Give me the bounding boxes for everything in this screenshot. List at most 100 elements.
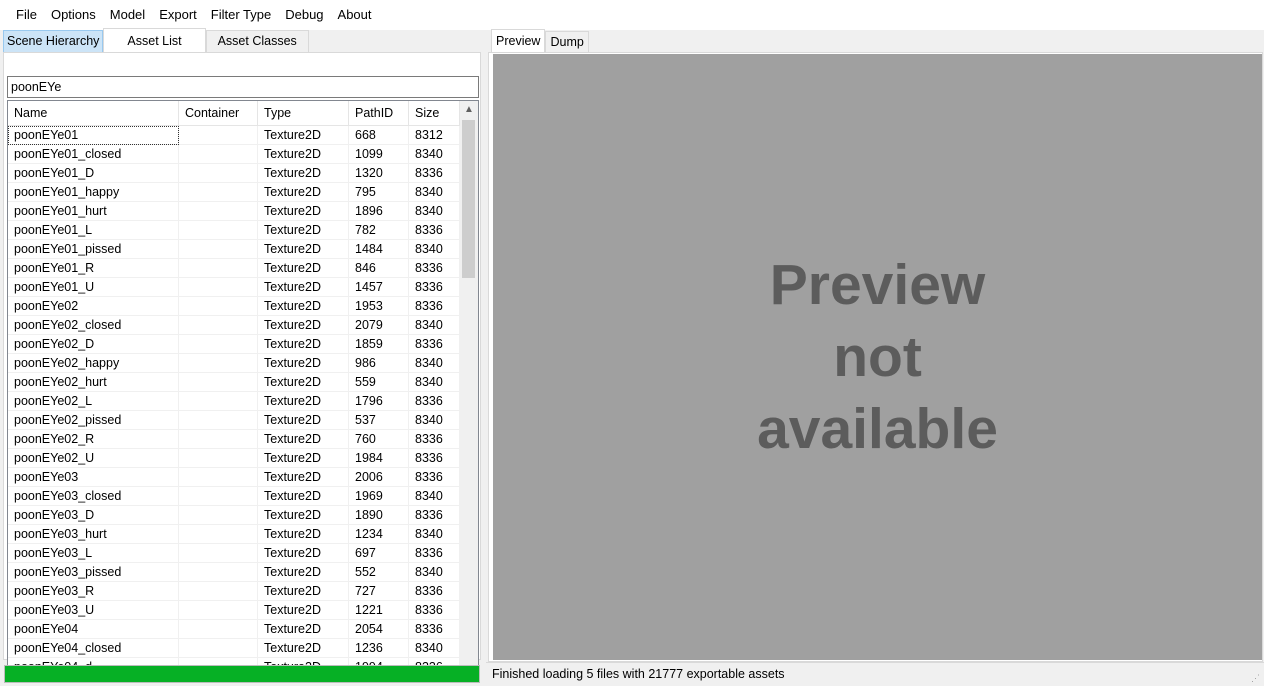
cell-container	[179, 164, 258, 183]
table-row[interactable]: poonEYe02_happy Texture2D 986 8340	[8, 354, 460, 373]
column-header-type[interactable]: Type	[258, 101, 349, 125]
cell-size: 8336	[409, 620, 460, 639]
cell-type: Texture2D	[258, 525, 349, 544]
vertical-scrollbar[interactable]: ▲ ▼	[460, 101, 478, 681]
cell-size: 8336	[409, 392, 460, 411]
menu-debug[interactable]: Debug	[278, 0, 330, 30]
search-input[interactable]: poonEYe	[7, 76, 479, 98]
cell-pathid: 2054	[349, 620, 409, 639]
table-row[interactable]: poonEYe01_L Texture2D 782 8336	[8, 221, 460, 240]
cell-pathid: 795	[349, 183, 409, 202]
cell-container	[179, 525, 258, 544]
chevron-up-icon[interactable]: ▲	[460, 101, 478, 118]
table-row[interactable]: poonEYe02_R Texture2D 760 8336	[8, 430, 460, 449]
cell-name: poonEYe02_D	[8, 335, 179, 354]
menu-options[interactable]: Options	[44, 0, 103, 30]
progress-bar	[4, 665, 480, 683]
cell-name: poonEYe01_R	[8, 259, 179, 278]
cell-name: poonEYe01_happy	[8, 183, 179, 202]
cell-container	[179, 620, 258, 639]
cell-type: Texture2D	[258, 468, 349, 487]
cell-container	[179, 354, 258, 373]
tab-asset-classes[interactable]: Asset Classes	[205, 30, 309, 52]
table-row[interactable]: poonEYe03_hurt Texture2D 1234 8340	[8, 525, 460, 544]
cell-container	[179, 373, 258, 392]
cell-type: Texture2D	[258, 544, 349, 563]
cell-size: 8336	[409, 601, 460, 620]
menu-filter-type[interactable]: Filter Type	[204, 0, 278, 30]
cell-container	[179, 449, 258, 468]
cell-type: Texture2D	[258, 601, 349, 620]
preview-message: Preview not available	[757, 253, 998, 461]
cell-name: poonEYe02_closed	[8, 316, 179, 335]
table-row[interactable]: poonEYe03_U Texture2D 1221 8336	[8, 601, 460, 620]
cell-size: 8336	[409, 506, 460, 525]
table-row[interactable]: poonEYe03_pissed Texture2D 552 8340	[8, 563, 460, 582]
tab-preview[interactable]: Preview	[491, 29, 546, 52]
table-row[interactable]: poonEYe01 Texture2D 668 8312	[8, 126, 460, 145]
cell-pathid: 1484	[349, 240, 409, 259]
menu-about[interactable]: About	[331, 0, 379, 30]
cell-pathid: 1896	[349, 202, 409, 221]
cell-pathid: 727	[349, 582, 409, 601]
table-row[interactable]: poonEYe03_closed Texture2D 1969 8340	[8, 487, 460, 506]
tab-asset-list[interactable]: Asset List	[103, 28, 206, 52]
table-row[interactable]: poonEYe01_D Texture2D 1320 8336	[8, 164, 460, 183]
right-tab-strip: Preview Dump	[491, 29, 589, 52]
table-row[interactable]: poonEYe01_hurt Texture2D 1896 8340	[8, 202, 460, 221]
cell-name: poonEYe04	[8, 620, 179, 639]
cell-name: poonEYe02_happy	[8, 354, 179, 373]
cell-pathid: 537	[349, 411, 409, 430]
cell-container	[179, 297, 258, 316]
cell-name: poonEYe02_pissed	[8, 411, 179, 430]
table-row[interactable]: poonEYe02_hurt Texture2D 559 8340	[8, 373, 460, 392]
cell-container	[179, 582, 258, 601]
table-row[interactable]: poonEYe02_D Texture2D 1859 8336	[8, 335, 460, 354]
asset-list-view[interactable]: Name Container Type PathID Size poonEYe0…	[7, 100, 479, 682]
cell-size: 8336	[409, 468, 460, 487]
table-row[interactable]: poonEYe02_U Texture2D 1984 8336	[8, 449, 460, 468]
cell-name: poonEYe02	[8, 297, 179, 316]
cell-pathid: 2006	[349, 468, 409, 487]
cell-size: 8340	[409, 525, 460, 544]
cell-size: 8340	[409, 240, 460, 259]
tab-dump[interactable]: Dump	[545, 31, 589, 52]
column-header-name[interactable]: Name	[8, 101, 179, 125]
cell-container	[179, 259, 258, 278]
table-row[interactable]: poonEYe02_pissed Texture2D 537 8340	[8, 411, 460, 430]
table-row[interactable]: poonEYe01_R Texture2D 846 8336	[8, 259, 460, 278]
resize-grip-icon[interactable]: ⋰	[1251, 673, 1261, 683]
tab-scene-hierarchy[interactable]: Scene Hierarchy	[3, 30, 104, 52]
cell-name: poonEYe03_closed	[8, 487, 179, 506]
cell-container	[179, 335, 258, 354]
table-row[interactable]: poonEYe03_D Texture2D 1890 8336	[8, 506, 460, 525]
table-row[interactable]: poonEYe01_happy Texture2D 795 8340	[8, 183, 460, 202]
table-row[interactable]: poonEYe02 Texture2D 1953 8336	[8, 297, 460, 316]
cell-pathid: 1859	[349, 335, 409, 354]
column-header-size[interactable]: Size	[409, 101, 460, 125]
table-row[interactable]: poonEYe04 Texture2D 2054 8336	[8, 620, 460, 639]
left-tab-strip: Scene Hierarchy Asset List Asset Classes	[3, 28, 309, 52]
progress-fill	[5, 666, 479, 682]
cell-size: 8336	[409, 164, 460, 183]
table-row[interactable]: poonEYe03_R Texture2D 727 8336	[8, 582, 460, 601]
status-bar: Finished loading 5 files with 21777 expo…	[486, 662, 1264, 686]
menu-export[interactable]: Export	[152, 0, 204, 30]
menu-file[interactable]: File	[9, 0, 44, 30]
table-row[interactable]: poonEYe01_closed Texture2D 1099 8340	[8, 145, 460, 164]
table-row[interactable]: poonEYe02_L Texture2D 1796 8336	[8, 392, 460, 411]
cell-name: poonEYe01_pissed	[8, 240, 179, 259]
column-header-pathid[interactable]: PathID	[349, 101, 409, 125]
table-row[interactable]: poonEYe01_U Texture2D 1457 8336	[8, 278, 460, 297]
scroll-thumb[interactable]	[462, 120, 475, 278]
cell-container	[179, 468, 258, 487]
table-row[interactable]: poonEYe04_closed Texture2D 1236 8340	[8, 639, 460, 658]
table-row[interactable]: poonEYe03 Texture2D 2006 8336	[8, 468, 460, 487]
table-row[interactable]: poonEYe03_L Texture2D 697 8336	[8, 544, 460, 563]
table-row[interactable]: poonEYe01_pissed Texture2D 1484 8340	[8, 240, 460, 259]
table-row[interactable]: poonEYe02_closed Texture2D 2079 8340	[8, 316, 460, 335]
menu-bar: File Options Model Export Filter Type De…	[0, 0, 1264, 30]
column-header-container[interactable]: Container	[179, 101, 258, 125]
cell-size: 8340	[409, 183, 460, 202]
menu-model[interactable]: Model	[103, 0, 152, 30]
